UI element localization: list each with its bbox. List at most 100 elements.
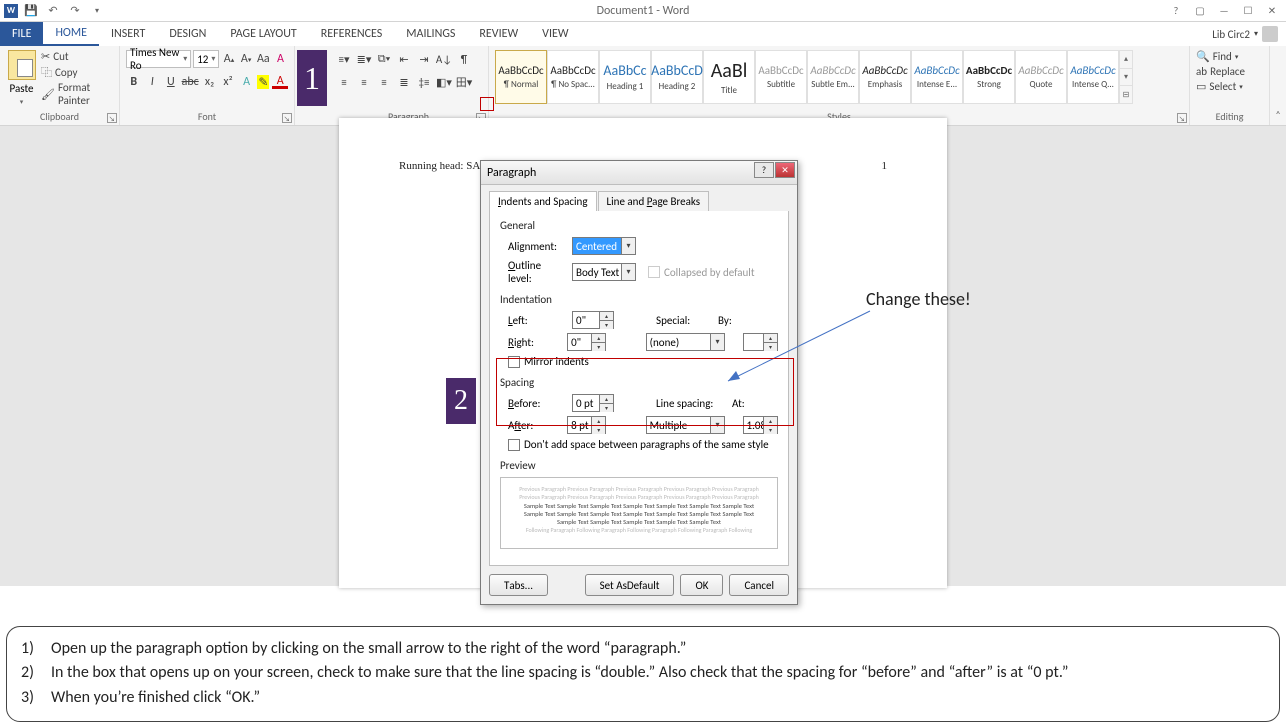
annotation-marker-2: 2 — [446, 378, 476, 424]
save-icon[interactable]: 💾 — [22, 2, 40, 20]
dont-add-space-label: Don't add space between paragraphs of th… — [524, 438, 769, 451]
style-item---normal[interactable]: AaBbCcDc¶ Normal — [495, 50, 547, 104]
titlebar: W 💾 ↶ ↷ ▾ Document1 - Word ? ▢ — ☐ ✕ — [0, 0, 1286, 22]
tab-references[interactable]: REFERENCES — [309, 22, 395, 46]
collapse-ribbon-icon[interactable]: ˄ — [1275, 108, 1280, 121]
right-indent-spinner[interactable]: 0"▴▾ — [567, 333, 606, 351]
bold-button[interactable]: B — [126, 73, 142, 91]
decrease-indent-button[interactable]: ⇤ — [395, 50, 413, 68]
style-item-emphasis[interactable]: AaBbCcDcEmphasis — [859, 50, 911, 104]
copy-icon: ⿻ — [41, 64, 52, 80]
style-item-intense-e---[interactable]: AaBbCcDcIntense E... — [911, 50, 963, 104]
minimize-icon[interactable]: — — [1214, 4, 1234, 18]
font-size-combo[interactable]: 12▾ — [193, 50, 219, 68]
qat-dropdown-icon[interactable]: ▾ — [88, 2, 106, 20]
dialog-close-icon[interactable]: ✕ — [775, 162, 795, 178]
copy-button[interactable]: ⿻Copy — [41, 64, 113, 80]
tab-review[interactable]: REVIEW — [467, 22, 530, 46]
style-item-intense-q---[interactable]: AaBbCcDcIntense Q... — [1067, 50, 1119, 104]
style-item-strong[interactable]: AaBbCcDcStrong — [963, 50, 1015, 104]
tab-line-page-breaks[interactable]: Line and Page Breaks — [598, 191, 710, 212]
style-item-subtle-em---[interactable]: AaBbCcDcSubtle Em... — [807, 50, 859, 104]
format-painter-button[interactable]: 🖌Format Painter — [41, 81, 113, 107]
numbering-button[interactable]: ≣▾ — [355, 50, 373, 68]
dialog-help-icon[interactable]: ? — [754, 162, 774, 178]
clipboard-launcher[interactable]: ↘ — [107, 113, 117, 123]
styles-gallery[interactable]: AaBbCcDc¶ NormalAaBbCcDc¶ No Spac...AaBb… — [495, 50, 1183, 104]
style-item-quote[interactable]: AaBbCcDcQuote — [1015, 50, 1067, 104]
borders-button[interactable]: 田▾ — [455, 73, 473, 91]
before-spinner[interactable]: 0 pt▴▾ — [572, 394, 614, 412]
maximize-icon[interactable]: ☐ — [1238, 4, 1258, 18]
underline-button[interactable]: U — [163, 73, 179, 91]
style-item-heading-1[interactable]: AaBbCcHeading 1 — [599, 50, 651, 104]
user-label[interactable]: Lib Circ2 ▾ — [1212, 22, 1286, 46]
style-item-heading-2[interactable]: AaBbCcDHeading 2 — [651, 50, 703, 104]
line-spacing-button[interactable]: ‡≡ — [415, 73, 433, 91]
cut-button[interactable]: ✂Cut — [41, 50, 113, 63]
tab-home[interactable]: HOME — [43, 22, 99, 46]
replace-button[interactable]: abReplace — [1196, 65, 1263, 78]
paste-button[interactable]: Paste ▾ — [6, 50, 37, 107]
cancel-button[interactable]: Cancel — [729, 574, 789, 596]
subscript-button[interactable]: x₂ — [202, 73, 218, 91]
grow-font-button[interactable]: A▴ — [221, 50, 236, 68]
alignment-combo[interactable]: Centered▾ — [572, 237, 636, 255]
help-icon[interactable]: ? — [1166, 4, 1186, 18]
tab-file[interactable]: FILE — [0, 22, 43, 46]
undo-icon[interactable]: ↶ — [44, 2, 62, 20]
show-hide-button[interactable]: ¶ — [455, 50, 473, 68]
select-button[interactable]: ▭Select ▾ — [1196, 80, 1263, 93]
font-launcher[interactable]: ↘ — [282, 113, 292, 123]
tab-mailings[interactable]: MAILINGS — [394, 22, 467, 46]
justify-button[interactable]: ≣ — [395, 73, 413, 91]
bullets-button[interactable]: ≡▾ — [335, 50, 353, 68]
text-effects-button[interactable]: A — [239, 73, 255, 91]
highlight-button[interactable]: ✎ — [257, 75, 269, 89]
instructions-panel: 1)Open up the paragraph option by clicki… — [6, 626, 1280, 722]
sort-button[interactable]: A↓ — [435, 50, 453, 68]
left-indent-spinner[interactable]: 0"▴▾ — [572, 311, 614, 329]
find-button[interactable]: 🔍Find ▾ — [1196, 50, 1263, 63]
italic-button[interactable]: I — [145, 73, 161, 91]
set-as-default-button[interactable]: Set As Default — [585, 574, 675, 596]
strikethrough-button[interactable]: abc — [182, 73, 199, 91]
styles-more-button[interactable]: ▴▾⊟ — [1119, 50, 1133, 104]
tab-view[interactable]: VIEW — [530, 22, 580, 46]
font-name-combo[interactable]: Times New Ro▾ — [126, 50, 191, 68]
after-spinner[interactable]: 8 pt▴▾ — [567, 416, 606, 434]
style-item-subtitle[interactable]: AaBbCcDcSubtitle — [755, 50, 807, 104]
align-right-button[interactable]: ≡ — [375, 73, 393, 91]
mirror-checkbox[interactable] — [508, 356, 520, 368]
style-item-title[interactable]: AaBlTitle — [703, 50, 755, 104]
redo-icon[interactable]: ↷ — [66, 2, 84, 20]
multilevel-button[interactable]: ⧉▾ — [375, 50, 393, 68]
special-combo[interactable]: (none)▾ — [646, 333, 725, 351]
dont-add-space-checkbox[interactable] — [508, 439, 520, 451]
ok-button[interactable]: OK — [680, 574, 723, 596]
superscript-button[interactable]: x² — [220, 73, 236, 91]
close-icon[interactable]: ✕ — [1262, 4, 1282, 18]
tabs-button[interactable]: Tabs... — [489, 574, 548, 596]
tab-indents-spacing[interactable]: Indents and Spacing — [489, 191, 597, 212]
word-app-icon: W — [4, 4, 18, 18]
outline-level-combo[interactable]: Body Text▾ — [572, 263, 636, 281]
clear-formatting-button[interactable]: A — [273, 50, 288, 68]
font-color-button[interactable]: A — [272, 75, 288, 89]
align-center-button[interactable]: ≡ — [355, 73, 373, 91]
styles-launcher[interactable]: ↘ — [1177, 113, 1187, 123]
align-left-button[interactable]: ≡ — [335, 73, 353, 91]
shrink-font-button[interactable]: A▾ — [239, 50, 254, 68]
by-spinner[interactable]: ▴▾ — [743, 333, 778, 351]
style-item---no-spac---[interactable]: AaBbCcDc¶ No Spac... — [547, 50, 599, 104]
at-spinner[interactable]: 1.08▴▾ — [743, 416, 778, 434]
ribbon-options-icon[interactable]: ▢ — [1190, 4, 1210, 18]
tab-insert[interactable]: INSERT — [99, 22, 157, 46]
increase-indent-button[interactable]: ⇥ — [415, 50, 433, 68]
line-spacing-combo[interactable]: Multiple▾ — [646, 416, 725, 434]
shading-button[interactable]: ◧▾ — [435, 73, 453, 91]
change-case-button[interactable]: Aa — [256, 50, 271, 68]
tab-design[interactable]: DESIGN — [157, 22, 218, 46]
dialog-titlebar[interactable]: Paragraph ? ✕ — [481, 161, 797, 185]
tab-page-layout[interactable]: PAGE LAYOUT — [218, 22, 308, 46]
